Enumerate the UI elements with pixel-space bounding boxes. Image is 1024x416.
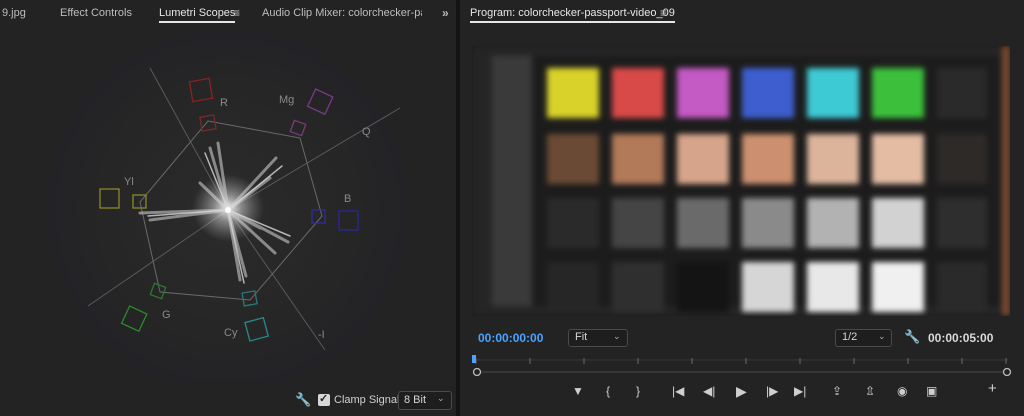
bit-depth-select[interactable]: 8 Bit ⌄ bbox=[398, 391, 452, 410]
wrench-icon[interactable]: 🔧 bbox=[295, 392, 311, 408]
left-tab-bar: 9.jpg Effect Controls Lumetri Scopes ≡ A… bbox=[0, 0, 456, 28]
mini-timeline[interactable] bbox=[472, 352, 1012, 376]
tab-source-file[interactable]: 9.jpg bbox=[2, 7, 26, 19]
label-yl: Yl bbox=[124, 176, 134, 188]
label-i: -I bbox=[318, 329, 325, 341]
tab-audio-clip-mixer[interactable]: Audio Clip Mixer: colorchecker-passp bbox=[262, 7, 422, 19]
duration-timecode: 00:00:05:00 bbox=[928, 331, 994, 345]
go-to-in-icon[interactable]: |◀ bbox=[672, 384, 684, 398]
program-tab-bar: Program: colorchecker-passport-video_09 … bbox=[460, 0, 1024, 28]
zoom-handle-left bbox=[472, 367, 482, 376]
clamp-signal-checkbox[interactable] bbox=[318, 392, 330, 406]
label-mg: Mg bbox=[279, 94, 294, 106]
lift-icon[interactable]: ⇪ bbox=[832, 384, 842, 398]
program-monitor-panel: Program: colorchecker-passport-video_09 … bbox=[460, 0, 1024, 416]
hamburger-menu-icon[interactable]: ≡ bbox=[233, 6, 240, 20]
label-cy: Cy bbox=[224, 327, 238, 339]
zoom-level-select[interactable]: Fit ⌄ bbox=[568, 329, 628, 347]
lumetri-scopes-panel: 9.jpg Effect Controls Lumetri Scopes ≡ A… bbox=[0, 0, 456, 416]
step-forward-icon[interactable]: |▶ bbox=[766, 384, 778, 398]
export-frame-icon[interactable]: ◉ bbox=[897, 384, 907, 398]
mark-in-icon[interactable]: { bbox=[606, 384, 610, 398]
zoom-level-value: Fit bbox=[575, 331, 588, 343]
scope-center bbox=[225, 207, 231, 213]
hamburger-menu-icon[interactable]: ≡ bbox=[660, 6, 667, 20]
tab-effect-controls[interactable]: Effect Controls bbox=[60, 7, 132, 19]
add-marker-icon[interactable]: ▼ bbox=[572, 384, 584, 398]
playback-resolution-select[interactable]: 1/2 ⌄ bbox=[835, 329, 892, 347]
label-g: G bbox=[162, 309, 171, 321]
chevron-down-icon: ⌄ bbox=[878, 331, 886, 341]
label-b: B bbox=[344, 193, 351, 205]
vectorscope: R Mg Q Yl B G Cy -I bbox=[0, 28, 456, 384]
scopes-bottom-bar: 🔧 Clamp Signal 8 Bit ⌄ bbox=[0, 384, 456, 416]
label-r: R bbox=[220, 97, 228, 109]
mark-out-icon[interactable]: } bbox=[636, 384, 640, 398]
wrench-icon[interactable]: 🔧 bbox=[904, 329, 920, 345]
step-back-icon[interactable]: ◀| bbox=[703, 384, 715, 398]
colorchecker-image bbox=[472, 46, 1010, 316]
play-icon[interactable]: ▶ bbox=[736, 384, 747, 398]
extract-icon[interactable]: ⇫ bbox=[865, 384, 875, 398]
label-q: Q bbox=[362, 126, 371, 138]
time-ruler[interactable] bbox=[472, 352, 1012, 376]
comparison-view-icon[interactable]: ▣ bbox=[926, 384, 937, 398]
tab-lumetri-scopes[interactable]: Lumetri Scopes bbox=[159, 7, 236, 23]
playhead bbox=[472, 355, 476, 363]
playback-resolution-value: 1/2 bbox=[842, 331, 858, 343]
bit-depth-value: 8 Bit bbox=[404, 394, 427, 406]
chevron-down-icon: ⌄ bbox=[437, 393, 445, 403]
go-to-out-icon[interactable]: ▶| bbox=[794, 384, 806, 398]
clamp-signal-label: Clamp Signal bbox=[334, 394, 400, 406]
tab-program[interactable]: Program: colorchecker-passport-video_09 bbox=[470, 7, 675, 23]
panel-overflow-icon[interactable]: » bbox=[442, 6, 449, 20]
button-editor-add-icon[interactable]: + bbox=[988, 381, 997, 396]
vectorscope-graphic: R Mg Q Yl B G Cy -I bbox=[48, 30, 408, 384]
chevron-down-icon: ⌄ bbox=[613, 331, 621, 341]
zoom-handle-right bbox=[1002, 367, 1012, 376]
current-timecode[interactable]: 00:00:00:00 bbox=[478, 331, 543, 345]
program-video-frame bbox=[472, 46, 1010, 316]
